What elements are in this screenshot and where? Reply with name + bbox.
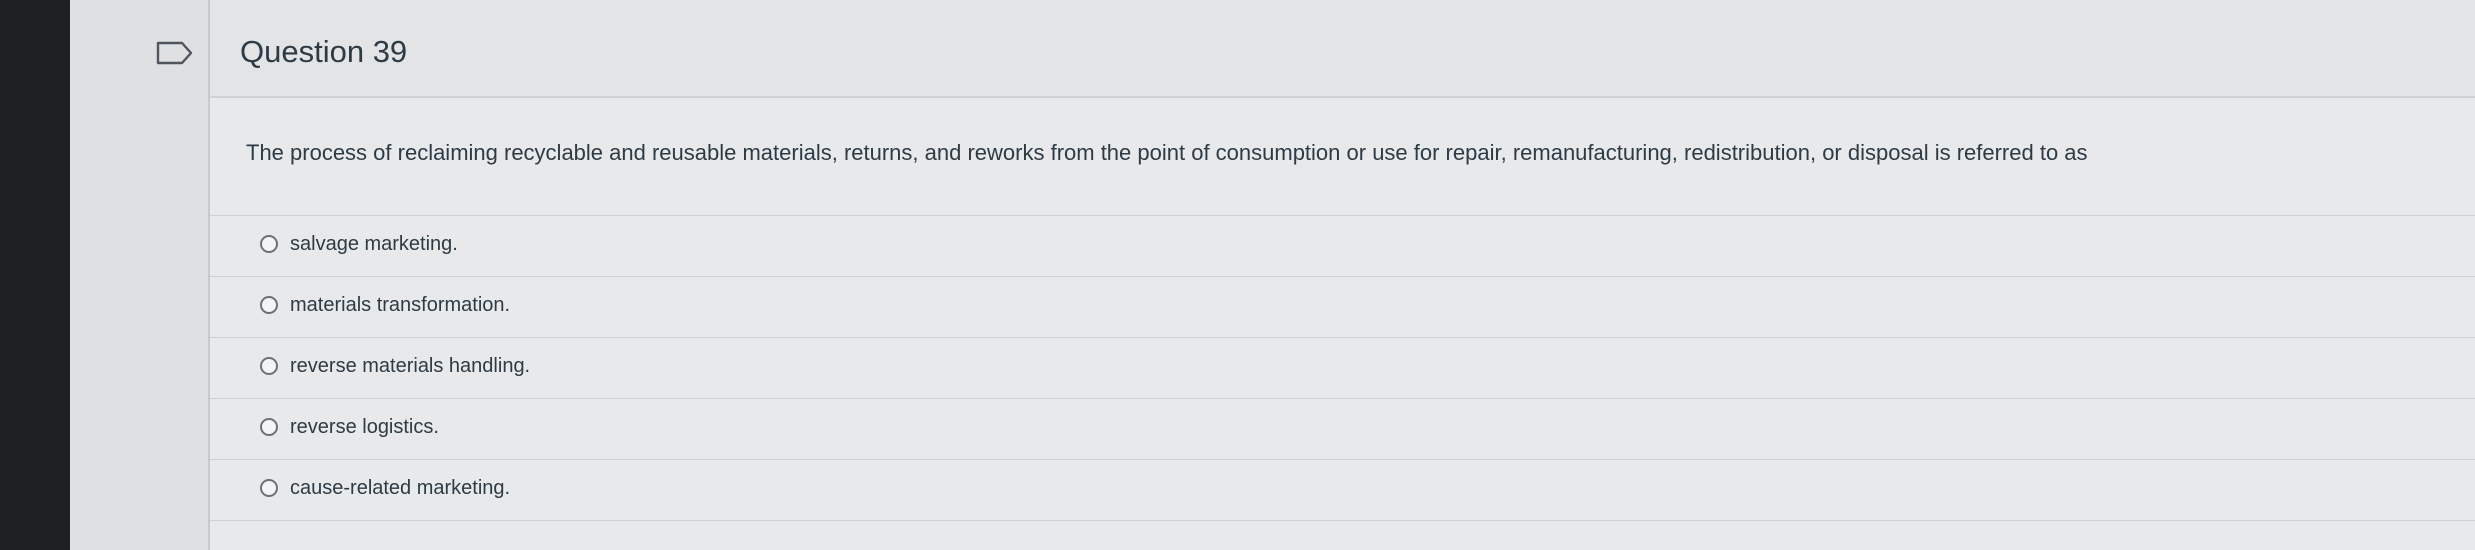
radio-button[interactable] bbox=[260, 357, 278, 375]
left-dark-strip bbox=[0, 0, 70, 550]
radio-button[interactable] bbox=[260, 296, 278, 314]
left-gutter bbox=[70, 0, 208, 550]
answer-option[interactable]: reverse materials handling. bbox=[210, 337, 2475, 398]
answer-options: salvage marketing. materials transformat… bbox=[210, 215, 2475, 521]
options-divider bbox=[210, 520, 2475, 521]
answer-option-label[interactable]: cause-related marketing. bbox=[290, 477, 510, 500]
radio-button[interactable] bbox=[260, 235, 278, 253]
radio-button[interactable] bbox=[260, 479, 278, 497]
answer-option[interactable]: salvage marketing. bbox=[210, 215, 2475, 276]
answer-option-label[interactable]: reverse materials handling. bbox=[290, 355, 530, 378]
answer-option[interactable]: materials transformation. bbox=[210, 276, 2475, 337]
question-text: The process of reclaiming recyclable and… bbox=[246, 140, 2088, 165]
flag-question-icon[interactable] bbox=[155, 40, 195, 66]
answer-option-label[interactable]: salvage marketing. bbox=[290, 233, 458, 256]
question-header: Question 39 bbox=[210, 0, 2475, 98]
answer-option[interactable]: reverse logistics. bbox=[210, 398, 2475, 459]
answer-option-label[interactable]: materials transformation. bbox=[290, 294, 510, 317]
radio-button[interactable] bbox=[260, 418, 278, 436]
answer-option-label[interactable]: reverse logistics. bbox=[290, 416, 439, 439]
question-panel: Question 39 The process of reclaiming re… bbox=[208, 0, 2475, 550]
question-title: Question 39 bbox=[240, 34, 408, 69]
answer-option[interactable]: cause-related marketing. bbox=[210, 459, 2475, 520]
